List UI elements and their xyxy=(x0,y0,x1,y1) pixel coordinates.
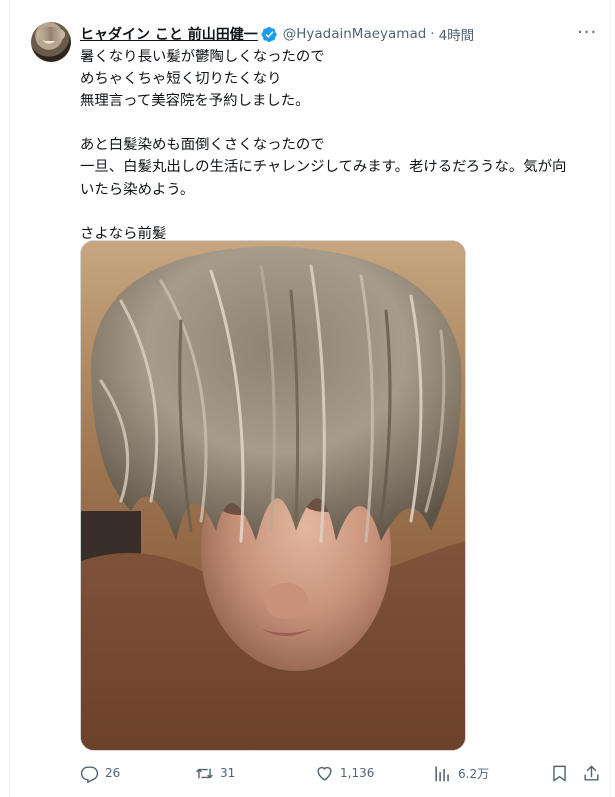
retweet-icon xyxy=(196,768,213,778)
share-icon xyxy=(584,765,599,781)
reply-count: 26 xyxy=(105,766,121,780)
tweet-photo[interactable] xyxy=(80,240,466,751)
like-count: 1,136 xyxy=(340,766,375,780)
bookmark-button[interactable] xyxy=(550,762,575,784)
tweet-header: ヒャダイン こと 前山田健一 @HyadainMaeyamad · 4時間 xyxy=(80,24,474,44)
heart-icon xyxy=(317,766,332,781)
separator-dot: · xyxy=(430,26,435,42)
share-button[interactable] xyxy=(582,762,607,784)
more-icon[interactable]: ··· xyxy=(577,23,597,43)
author-handle[interactable]: @HyadainMaeyamad xyxy=(283,26,427,42)
reply-button[interactable]: 26 xyxy=(80,762,120,784)
tweet-text: 暑くなり長い髪が鬱陶しくなったので めちゃくちゃ短く切りたくなり 無理言って美容… xyxy=(80,49,567,242)
author-display-name[interactable]: ヒャダイン こと 前山田健一 xyxy=(80,24,258,44)
views-button[interactable]: 6.2万 xyxy=(433,762,489,784)
bookmark-icon xyxy=(553,765,566,781)
view-count: 6.2万 xyxy=(458,766,490,781)
views-icon xyxy=(435,765,449,781)
retweet-button[interactable]: 31 xyxy=(195,762,235,784)
tweet-actions: 26 31 1,136 6.2万 xyxy=(80,762,600,784)
avatar[interactable] xyxy=(31,22,71,62)
tweet-timestamp[interactable]: 4時間 xyxy=(439,24,475,44)
retweet-count: 31 xyxy=(220,766,236,780)
reply-icon xyxy=(80,765,99,783)
verified-badge-icon xyxy=(261,26,277,42)
like-button[interactable]: 1,136 xyxy=(315,762,374,784)
